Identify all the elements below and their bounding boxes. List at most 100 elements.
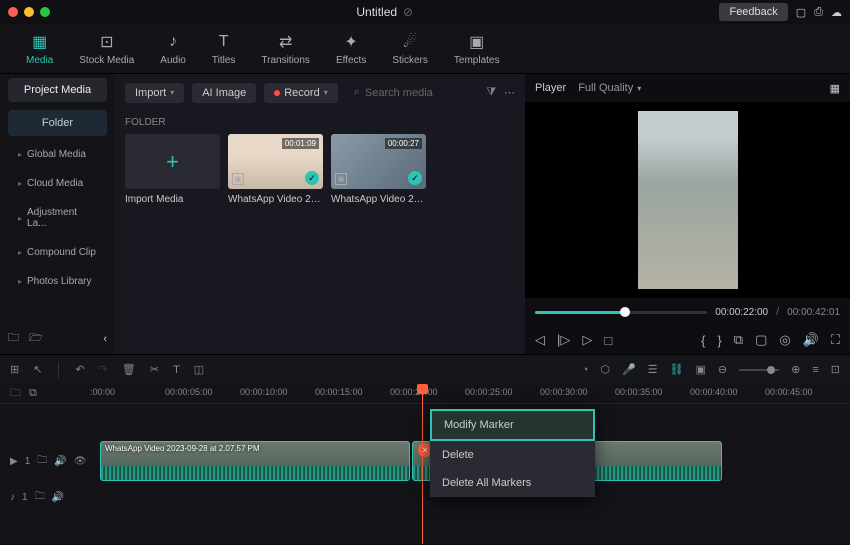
pointer-icon[interactable]: ↖ xyxy=(33,363,42,376)
project-media-button[interactable]: Project Media xyxy=(8,78,107,102)
settings-icon[interactable]: ⊡ xyxy=(831,363,840,376)
ctx-delete-all[interactable]: Delete All Markers xyxy=(430,469,595,497)
timeline-toolbar: ⊞ ↖ ↶ ↷ 🗑 ✂ T ◫ ◔ ⬡ 🎤 ☰ ⛓ ▣ ⊖ ⊕ ≡ ⊡ xyxy=(0,354,850,384)
import-button[interactable]: Import▾ xyxy=(125,83,184,103)
zoom-slider[interactable] xyxy=(739,369,779,371)
sidebar-item-compound[interactable]: Compound Clip xyxy=(0,238,115,267)
quality-dropdown[interactable]: Full Quality▾ xyxy=(578,82,641,94)
media-sidebar: Project Media Folder Global Media Cloud … xyxy=(0,74,115,354)
track-mute-icon[interactable]: 🔊 xyxy=(54,456,66,467)
media-icon: ▦ xyxy=(30,32,50,52)
window-maximize[interactable] xyxy=(40,7,50,17)
marker-icon[interactable]: ◔ xyxy=(582,364,589,376)
timeline[interactable]: 🗀 ⧉ :00:00 00:00:05:00 00:00:10:00 00:00… xyxy=(0,384,850,544)
feedback-button[interactable]: Feedback xyxy=(719,3,787,21)
tab-media[interactable]: ▦Media xyxy=(22,28,57,70)
prev-frame-icon[interactable]: ◁ xyxy=(535,332,545,348)
link-track-icon[interactable]: ⧉ xyxy=(29,387,37,400)
total-time: 00:00:42:01 xyxy=(787,307,840,318)
ctx-delete[interactable]: Delete xyxy=(430,441,595,469)
effects-icon: ✦ xyxy=(341,32,361,52)
screen-icon[interactable]: ▢ xyxy=(755,332,767,348)
player-viewport[interactable] xyxy=(525,102,850,298)
sidebar-item-photos[interactable]: Photos Library xyxy=(0,267,115,296)
sidebar-item-global[interactable]: Global Media xyxy=(0,140,115,169)
ctx-modify-marker[interactable]: Modify Marker xyxy=(430,409,595,441)
camera-icon[interactable]: ◎ xyxy=(779,332,790,348)
audio-icon: ♪ xyxy=(163,32,183,52)
scrub-slider[interactable] xyxy=(535,311,707,314)
volume-icon[interactable]: 🔊 xyxy=(803,332,819,348)
redo-icon[interactable]: ↷ xyxy=(99,363,108,376)
fullscreen-icon[interactable]: ⛶ xyxy=(831,332,840,348)
undo-icon[interactable]: ↶ xyxy=(75,363,84,376)
media-content: Import▾ AI Image Record▾ ⌕Search media ⧩… xyxy=(115,74,525,354)
folder-icon[interactable]: 🗀 xyxy=(8,329,19,348)
search-input[interactable]: ⌕Search media xyxy=(346,82,478,103)
sidebar-item-adjustment[interactable]: Adjustment La... xyxy=(0,198,115,238)
mic-icon[interactable]: 🎤 xyxy=(622,363,636,376)
layout-icon[interactable]: ▢ xyxy=(796,6,806,19)
folder-button[interactable]: Folder xyxy=(8,110,107,136)
cut-icon[interactable]: ✂ xyxy=(150,363,159,376)
playhead[interactable] xyxy=(422,384,423,544)
folder-add-icon[interactable]: 🗁 xyxy=(29,329,43,348)
audio-track-icon: ♪ xyxy=(10,492,15,503)
zoom-out-icon[interactable]: ⊖ xyxy=(718,363,727,376)
ai-image-button[interactable]: AI Image xyxy=(192,83,256,103)
window-close[interactable] xyxy=(8,7,18,17)
magnet-icon[interactable]: ⛓ xyxy=(670,363,684,376)
stock-icon: ⊡ xyxy=(97,32,117,52)
grid-icon[interactable]: ⊞ xyxy=(10,363,19,376)
track-mute-icon[interactable]: 🔊 xyxy=(52,492,64,503)
current-time: 00:00:22:00 xyxy=(715,307,768,318)
step-back-icon[interactable]: |▷ xyxy=(557,332,570,348)
track-lock-icon[interactable]: 🗀 xyxy=(37,453,47,470)
record-button[interactable]: Record▾ xyxy=(264,83,337,103)
chevron-down-icon: ▾ xyxy=(170,88,174,97)
lock-track-icon[interactable]: 🗀 xyxy=(10,384,21,403)
templates-icon: ▣ xyxy=(467,32,487,52)
check-icon: ✓ xyxy=(305,171,319,185)
view-icon[interactable]: ≡ xyxy=(812,364,818,376)
player-tab[interactable]: Player xyxy=(535,82,566,94)
text-icon[interactable]: T xyxy=(173,364,180,376)
tab-stock-media[interactable]: ⊡Stock Media xyxy=(75,28,138,70)
media-item[interactable]: 00:00:27▣✓ WhatsApp Video 202... xyxy=(331,134,426,205)
delete-icon[interactable]: 🗑 xyxy=(122,363,136,376)
crop-icon[interactable]: ⧉ xyxy=(734,332,743,348)
window-minimize[interactable] xyxy=(24,7,34,17)
video-track-icon: ▶ xyxy=(10,456,18,467)
mark-out-icon[interactable]: } xyxy=(717,333,721,348)
sidebar-item-cloud[interactable]: Cloud Media xyxy=(0,169,115,198)
cloud-icon[interactable]: ☁ xyxy=(831,6,842,19)
media-item[interactable]: 00:01:09▣✓ WhatsApp Video 202... xyxy=(228,134,323,205)
collapse-sidebar-icon[interactable]: ‹ xyxy=(103,333,107,345)
import-media-tile[interactable]: + Import Media xyxy=(125,134,220,205)
tab-titles[interactable]: TTitles xyxy=(208,28,240,70)
tab-templates[interactable]: ▣Templates xyxy=(450,28,504,70)
track-lock-icon[interactable]: 🗀 xyxy=(35,489,45,506)
track-visible-icon[interactable]: 👁 xyxy=(74,456,87,467)
mark-in-icon[interactable]: { xyxy=(701,333,705,348)
tab-audio[interactable]: ♪Audio xyxy=(156,28,190,70)
list-icon[interactable]: ☰ xyxy=(648,363,658,376)
time-ruler[interactable]: :00:00 00:00:05:00 00:00:10:00 00:00:15:… xyxy=(90,384,850,403)
tab-transitions[interactable]: ⇄Transitions xyxy=(257,28,314,70)
player-panel: Player Full Quality▾ ▦ 00:00:22:00 / 00:… xyxy=(525,74,850,354)
save-icon[interactable]: ⎙ xyxy=(814,6,823,19)
audio-track[interactable]: ♪ 1 🗀 🔊 xyxy=(0,485,850,509)
record-dot-icon xyxy=(274,90,280,96)
snapshot-icon[interactable]: ▦ xyxy=(830,82,840,95)
more-icon[interactable]: ⋯ xyxy=(504,86,515,99)
stop-icon[interactable]: □ xyxy=(604,333,612,348)
tab-effects[interactable]: ✦Effects xyxy=(332,28,370,70)
filter-icon[interactable]: ⧩ xyxy=(486,86,496,99)
zoom-in-icon[interactable]: ⊕ xyxy=(791,363,800,376)
shield-icon[interactable]: ⬡ xyxy=(600,363,610,376)
tab-stickers[interactable]: ☄Stickers xyxy=(388,28,432,70)
link-icon[interactable]: ▣ xyxy=(696,363,706,376)
crop-tool-icon[interactable]: ◫ xyxy=(194,363,204,376)
play-icon[interactable]: ▷ xyxy=(582,332,592,348)
video-clip[interactable]: WhatsApp Video 2023-09-28 at 2.07.57 PM xyxy=(100,441,410,481)
